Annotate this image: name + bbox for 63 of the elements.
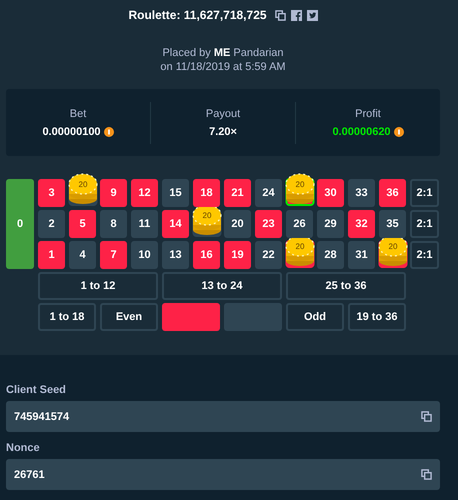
number-cell[interactable]: 35 [379, 210, 406, 238]
column-bet[interactable]: 2:1 [410, 179, 439, 207]
stat-value: 0.00000100 [42, 126, 101, 138]
number-cell[interactable]: 24 [255, 179, 282, 207]
number-cell[interactable]: 7 [100, 241, 127, 269]
number-cell[interactable]: 4 [69, 241, 96, 269]
copy-icon[interactable] [274, 10, 286, 20]
dozen-bet[interactable]: 25 to 36 [286, 272, 406, 300]
number-cell[interactable]: 20 [224, 210, 251, 238]
number-cell[interactable]: 32 [348, 210, 375, 238]
number-cell[interactable]: 18 [193, 179, 220, 207]
input-field[interactable]: 26761 [6, 459, 440, 490]
number-cell[interactable]: 23 [255, 210, 282, 238]
stat-value: 7.20× [209, 126, 237, 138]
color-bet[interactable] [162, 303, 220, 331]
copy-icon[interactable] [421, 469, 432, 480]
stat-label: Payout [206, 108, 240, 120]
number-cell[interactable]: 13 [162, 241, 189, 269]
stat-label: Profit [355, 108, 381, 120]
twitter-icon[interactable] [306, 10, 318, 20]
number-cell[interactable]: 29 [317, 210, 344, 238]
field-label: Nonce [6, 442, 41, 454]
coin-icon [104, 126, 114, 136]
number-cell[interactable]: 8 [100, 210, 127, 238]
number-cell[interactable]: 1 [38, 241, 65, 269]
coin-icon [394, 126, 404, 136]
bet-title: Roulette: 11,627,718,725 [128, 8, 267, 22]
number-cell[interactable]: 21 [224, 179, 251, 207]
number-cell[interactable]: 9 [100, 179, 127, 207]
input-field[interactable]: 745941574 [6, 401, 440, 432]
column-bet[interactable]: 2:1 [410, 210, 439, 238]
stat-value: 0.00000620 [332, 126, 391, 138]
dozen-bet[interactable]: 13 to 24 [162, 272, 282, 300]
number-cell[interactable]: 28 [317, 241, 344, 269]
stat-label: Bet [70, 108, 86, 120]
outside-bet[interactable]: Odd [286, 303, 344, 331]
number-cell[interactable]: 26 [286, 210, 313, 238]
number-cell[interactable]: 33 [348, 179, 375, 207]
placed-by-text: Placed by ME Pandarian [162, 46, 284, 60]
outside-bet[interactable]: 19 to 36 [348, 303, 406, 331]
number-cell[interactable]: 16 [193, 241, 220, 269]
number-cell[interactable]: 2 [38, 210, 65, 238]
outside-bet[interactable]: 1 to 18 [38, 303, 96, 331]
dozen-bet[interactable]: 1 to 12 [38, 272, 158, 300]
number-cell[interactable]: 11 [131, 210, 158, 238]
number-cell[interactable]: 22 [255, 241, 282, 269]
field-label: Client Seed [6, 384, 67, 396]
number-cell[interactable]: 12 [131, 179, 158, 207]
outside-bet[interactable]: Even [100, 303, 158, 331]
copy-icon[interactable] [421, 411, 432, 422]
date-text: on 11/18/2019 at 5:59 AM [160, 60, 286, 74]
color-bet[interactable] [224, 303, 282, 331]
number-cell[interactable]: 19 [224, 241, 251, 269]
column-bet[interactable]: 2:1 [410, 241, 439, 269]
number-cell[interactable]: 15 [162, 179, 189, 207]
number-cell[interactable]: 14 [162, 210, 189, 238]
facebook-icon[interactable] [290, 10, 302, 20]
number-cell[interactable]: 10 [131, 241, 158, 269]
number-cell[interactable]: 3 [38, 179, 65, 207]
number-cell[interactable]: 30 [317, 179, 344, 207]
number-cell[interactable]: 5 [69, 210, 96, 238]
number-cell[interactable]: 31 [348, 241, 375, 269]
number-cell[interactable]: 36 [379, 179, 406, 207]
